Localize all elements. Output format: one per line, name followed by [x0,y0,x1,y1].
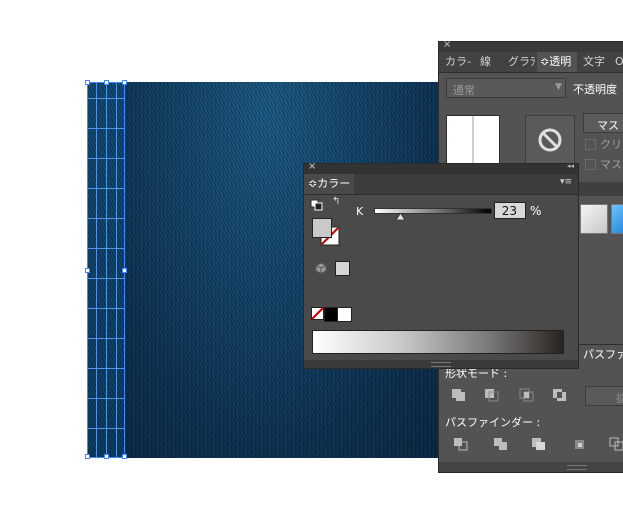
color-panel-footer [304,360,578,368]
selection-guide [88,248,124,249]
selection-handle[interactable] [122,454,127,459]
tab-color-panel[interactable]: ≎カラー [304,174,354,194]
intersect-icon[interactable] [519,388,535,402]
invert-mask-label: マス [600,158,622,171]
selection-handle[interactable] [104,454,109,459]
selection-guide [88,128,124,129]
selection-guide [88,308,124,309]
tab-color[interactable]: カラ- [442,52,474,72]
selection-guide [88,188,124,189]
blend-mode-value: 通常 [453,84,475,97]
k-channel-label: K [356,205,364,218]
expand-label: 拡 [616,392,623,405]
fill-swatch[interactable] [312,218,332,238]
color-tabbar: ≎カラー ▾≡ [304,174,578,195]
panel-footer [439,462,623,472]
swatch-blue[interactable] [611,204,623,234]
selection-handle[interactable] [85,454,90,459]
tab-character[interactable]: 文字 [580,52,608,72]
divide-icon[interactable] [453,437,469,451]
blend-mode-select[interactable]: 通常 ▼ [446,78,566,98]
make-mask-label: マス [597,119,619,132]
chevron-down-icon: ▼ [555,82,562,92]
web-safe-swatch[interactable] [335,261,350,276]
selection-guide [116,83,117,457]
k-unit-label: % [530,204,542,218]
none-swatch[interactable] [311,307,324,320]
selection-handle[interactable] [122,80,127,85]
selection-guide [88,278,124,279]
close-icon[interactable]: × [443,39,451,50]
selection-handle[interactable] [85,268,90,273]
tab-opentype[interactable]: Op [612,52,623,72]
selection-handle[interactable] [104,80,109,85]
outline-icon[interactable] [609,437,623,451]
tab-stroke[interactable]: 線 [477,52,494,72]
expand-button[interactable]: 拡 [585,386,623,406]
close-icon[interactable]: × [308,161,316,172]
tab-gradient[interactable]: グラﾗ [505,52,539,72]
selection-guide [88,338,124,339]
selection-guide [106,83,107,457]
crop-icon[interactable] [572,437,588,451]
pathfinders-label: パスファインダー : [445,416,541,429]
panel-menu-icon[interactable]: ▾≡ [560,177,572,187]
swatch-tabbar [577,182,623,196]
minus-front-icon[interactable] [484,388,500,402]
clip-checkbox[interactable] [585,139,596,150]
k-slider-track[interactable] [374,208,492,214]
tab-pathfinder[interactable]: パスファ [579,345,623,365]
selection-handle[interactable] [85,80,90,85]
selection-guide [88,398,124,399]
k-value-input[interactable]: 23 [494,202,526,219]
default-fill-stroke-icon[interactable] [310,199,324,211]
resize-grip-icon[interactable] [431,362,451,367]
selection-guide [88,428,124,429]
selection-handle[interactable] [122,268,127,273]
selection-guide [88,368,124,369]
out-of-gamut-cube-icon[interactable] [315,262,327,274]
collapse-icon[interactable]: ◂◂ [567,162,574,170]
selection-guide [88,158,124,159]
selection-guide [88,218,124,219]
panel-header[interactable]: × [439,39,623,52]
exclude-icon[interactable] [552,388,568,402]
selected-denim-strip[interactable] [85,80,127,459]
invert-mask-checkbox[interactable] [585,159,596,170]
mask-thumbnail[interactable] [525,115,575,165]
panel-tabbar: カラ- 線 グラﾗ ≎透明 文字 Op [439,52,623,73]
make-mask-button[interactable]: マス [583,113,623,133]
merge-icon[interactable] [531,437,547,451]
color-panel-header[interactable]: × ◂◂ [304,161,578,174]
k-slider-thumb[interactable] [396,213,406,220]
color-panel: × ◂◂ ≎カラー ▾≡ ↰ K 23 % [304,161,578,368]
selection-guide [96,83,97,457]
opacity-label: 不透明度 [573,83,617,96]
white-swatch[interactable] [337,307,352,322]
swap-fill-stroke-icon[interactable]: ↰ [332,196,340,207]
clip-label: クリ [600,138,622,151]
selection-guide [88,98,124,99]
resize-grip-icon[interactable] [567,465,587,470]
swatch-gray[interactable] [580,204,608,234]
unite-icon[interactable] [451,388,467,402]
trim-icon[interactable] [493,437,509,451]
color-spectrum-ramp[interactable] [312,330,564,354]
no-mask-icon [538,128,562,152]
k-value-text: 23 [501,204,517,218]
tab-transparency[interactable]: ≎透明 [537,52,577,72]
